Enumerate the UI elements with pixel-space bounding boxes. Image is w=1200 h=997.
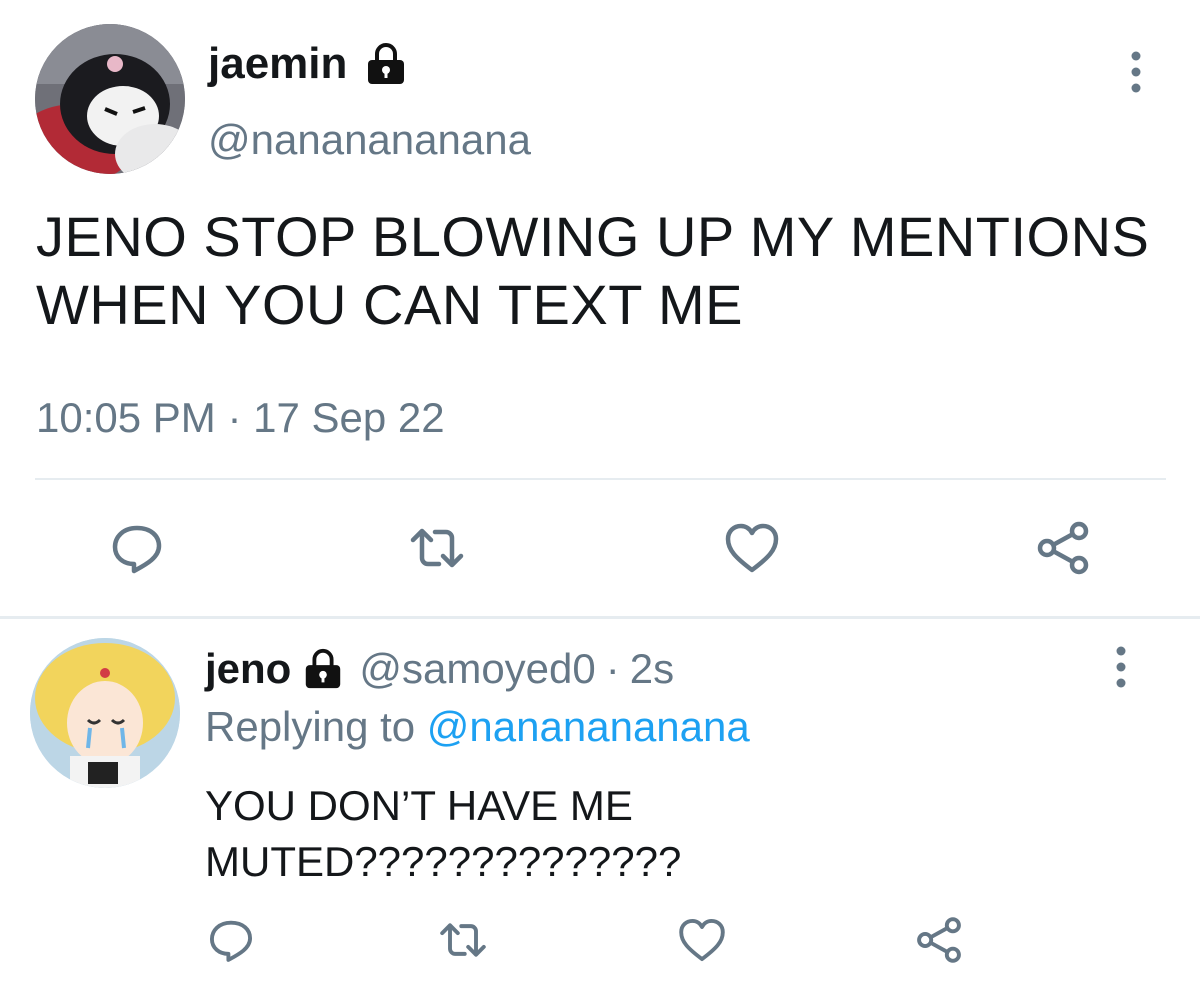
tweet-text: YOU DON’T HAVE ME MUTED?????????????? [205,782,682,885]
avatar-jaemin[interactable] [35,24,185,174]
handle[interactable]: @nananananana [208,112,531,168]
replying-to: Replying to @nananananana [205,698,750,756]
divider [35,478,1166,480]
reply-icon[interactable] [107,518,167,578]
display-name[interactable]: jeno [205,640,291,698]
retweet-icon[interactable] [407,518,467,578]
avatar-jeno[interactable] [30,638,180,788]
more-vertical-icon[interactable] [1126,50,1146,94]
tweet-text: JENO STOP BLOWING UP MY MENTIONS WHEN YO… [36,205,1150,336]
reply-icon[interactable] [205,914,257,966]
heart-icon[interactable] [676,914,728,966]
separator-dot: · [605,645,620,692]
tweet-time[interactable]: 2s [630,640,674,698]
display-name[interactable]: jaemin [208,36,347,92]
handle[interactable]: @samoyed0 [359,640,595,698]
display-name-row: jaemin [208,36,409,92]
replying-to-label: Replying to [205,703,427,750]
reply-header: jeno @samoyed0 · 2s [205,640,674,698]
more-vertical-icon[interactable] [1111,645,1131,689]
share-icon[interactable] [1033,518,1093,578]
lock-icon [363,41,409,87]
retweet-icon[interactable] [437,914,489,966]
lock-icon [301,647,345,691]
replying-to-handle-link[interactable]: @nananananana [427,703,750,750]
tweet-timestamp[interactable]: 10:05 PM · 17 Sep 22 [36,388,445,448]
share-icon[interactable] [913,914,965,966]
heart-icon[interactable] [722,518,782,578]
tweet-separator [0,616,1200,619]
